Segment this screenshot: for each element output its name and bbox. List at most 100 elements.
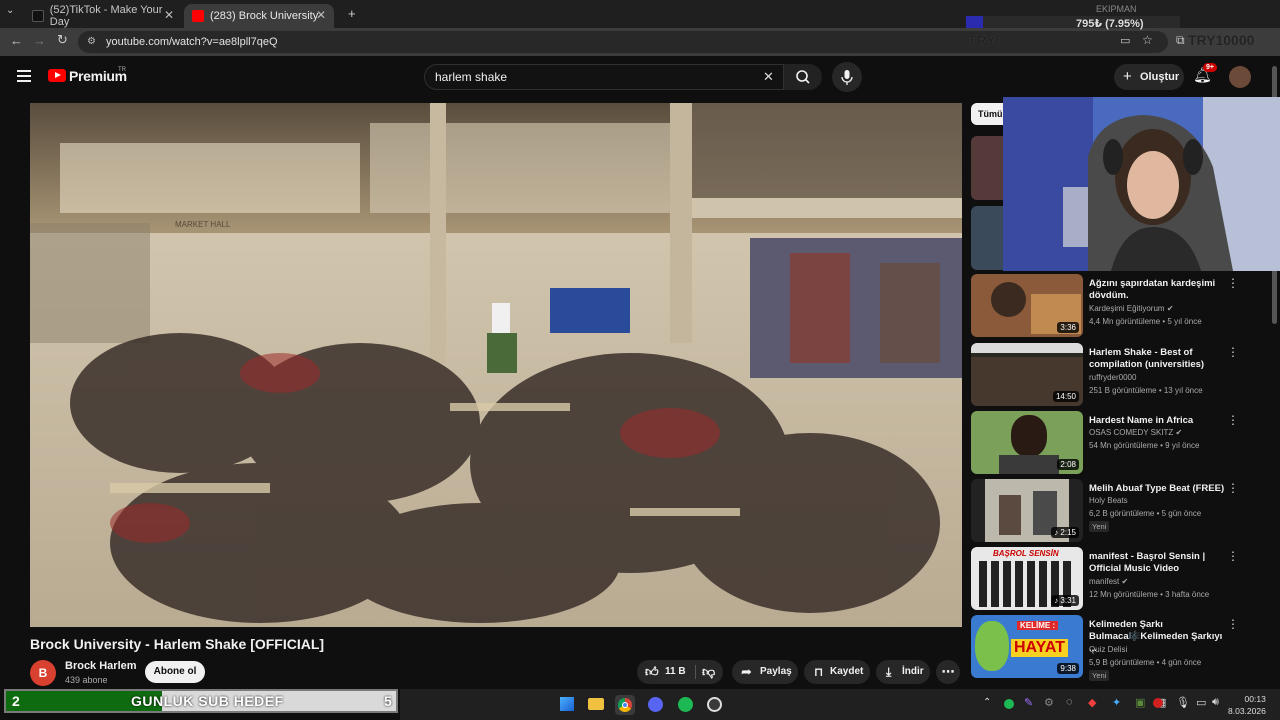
download-button[interactable]: ⤓ İndir [876, 660, 930, 684]
video-title[interactable]: Melih Abuaf Type Beat (FREE) [1089, 483, 1229, 495]
channel-name[interactable]: Kardeşimi Eğitiyorum ✔︎ [1089, 304, 1174, 313]
video-title[interactable]: manifest - Başrol Sensin | Official Musi… [1089, 551, 1229, 575]
recommendation-item[interactable]: KELİME : HAYAT 9:38 Kelimeden Şarkı Bulm… [971, 615, 1261, 681]
channel-avatar[interactable]: B [30, 660, 56, 686]
chrome-taskbar-button[interactable] [615, 695, 635, 715]
video-thumbnail[interactable]: 2:08 [971, 411, 1083, 474]
recommendation-item[interactable]: 3:36 Ağzını şapırdatan kardeşimi dövdüm.… [971, 274, 1261, 340]
clock-time: 00:13 [1244, 694, 1266, 704]
bookmark-icon: ⊓ [814, 665, 824, 679]
dislike-icon[interactable]: 👎︎ [702, 660, 715, 684]
tray-mic-icon[interactable]: 🎙︎ [1176, 696, 1190, 709]
more-options-icon[interactable]: ⋮ [1227, 276, 1239, 290]
save-button[interactable]: ⊓ Kaydet [804, 660, 870, 684]
clear-search-icon[interactable]: ✕ [763, 65, 774, 89]
site-info-icon[interactable]: ⚙ [87, 31, 96, 53]
tray-app-icon[interactable]: ◌ [1066, 696, 1073, 708]
partial-thumbnail[interactable] [971, 136, 1003, 200]
youtube-logo-icon[interactable] [48, 69, 66, 82]
menu-icon[interactable] [17, 70, 31, 82]
donation-goal-amount: 795₺ (7.95%) [1076, 18, 1144, 30]
channel-name[interactable]: OSAS COMEDY SKITZ ✔︎ [1089, 428, 1182, 437]
create-button[interactable]: + Oluştur [1114, 64, 1184, 90]
donation-goal-min: TRY0 [968, 32, 1004, 48]
tray-app-icon[interactable]: ◆ [1088, 696, 1096, 709]
subscriber-count: 439 abone [65, 675, 108, 685]
file-explorer-icon[interactable] [588, 698, 604, 710]
subscribe-button[interactable]: Abone ol [145, 661, 205, 683]
forward-icon[interactable]: → [33, 33, 46, 48]
tab-list-chevron-icon[interactable]: ⌄ [6, 5, 14, 16]
more-options-icon[interactable]: ⋮ [1227, 617, 1239, 631]
tray-record-icon[interactable] [1153, 698, 1163, 708]
video-player[interactable]: MARKET HALL [30, 103, 962, 627]
like-icon[interactable]: 👍︎ [645, 660, 659, 684]
video-thumbnail[interactable]: 3:36 [971, 274, 1083, 337]
video-duration: 14:50 [1052, 391, 1079, 402]
close-tab-icon[interactable]: ✕ [316, 8, 326, 22]
back-icon[interactable]: ← [10, 33, 23, 48]
recommendation-item[interactable]: BAŞROL SENSİN ♪ 3:31 manifest - Başrol S… [971, 547, 1261, 613]
channel-name[interactable]: ruffryder0000 [1089, 373, 1136, 382]
more-options-icon[interactable]: ⋮ [1227, 345, 1239, 359]
more-options-icon[interactable]: ⋮ [1227, 413, 1239, 427]
system-clock[interactable]: 00:13 8.03.2026 [1228, 693, 1266, 717]
obs-icon[interactable] [707, 697, 722, 712]
tray-app-icon[interactable]: ✦ [1112, 696, 1121, 709]
recommendation-item[interactable]: ♪ 2:15 Melih Abuaf Type Beat (FREE) Holy… [971, 479, 1261, 545]
tab-youtube[interactable]: (283) Brock University - Harlem ✕ [184, 4, 334, 28]
recommendation-item[interactable]: 14:50 Harlem Shake - Best of compilation… [971, 343, 1261, 409]
account-avatar[interactable] [1229, 66, 1251, 88]
tab-tiktok[interactable]: (52)TikTok - Make Your Day ✕ [24, 4, 182, 28]
channel-name[interactable]: Quiz Delisi [1089, 645, 1127, 654]
more-actions-button[interactable]: ⋯ [936, 660, 960, 684]
video-thumbnail[interactable]: BAŞROL SENSİN ♪ 3:31 [971, 547, 1083, 610]
search-input[interactable]: harlem shake ✕ [424, 64, 784, 90]
thumbnail-text: BAŞROL SENSİN [993, 549, 1059, 558]
tray-spotify-icon[interactable] [1004, 699, 1014, 709]
recommendation-item[interactable]: 2:08 Hardest Name in Africa OSAS COMEDY … [971, 411, 1261, 477]
video-title[interactable]: Ağzını şapırdatan kardeşimi dövdüm. [1089, 278, 1229, 302]
more-options-icon[interactable]: ⋮ [1227, 481, 1239, 495]
save-label: Kaydet [830, 666, 864, 677]
reload-icon[interactable]: ↻ [57, 32, 68, 48]
tab-label: (52)TikTok - Make Your Day [49, 4, 163, 28]
video-title[interactable]: Harlem Shake - Best of compilation (univ… [1089, 347, 1229, 371]
voice-search-button[interactable] [832, 62, 862, 92]
partial-thumbnail[interactable] [971, 206, 1003, 270]
video-thumbnail[interactable]: ♪ 2:15 [971, 479, 1083, 542]
video-title[interactable]: Hardest Name in Africa [1089, 415, 1229, 427]
video-meta: 5,9 B görüntüleme • 4 gün önce [1089, 658, 1202, 667]
close-tab-icon[interactable]: ✕ [164, 8, 174, 22]
start-icon[interactable] [560, 697, 574, 711]
discord-icon[interactable] [648, 697, 663, 712]
volume-icon[interactable]: 🔊︎ [1212, 696, 1219, 709]
daily-sub-goal-overlay: 2 GUNLUK SUB HEDEF 5 [4, 689, 398, 713]
channel-name[interactable]: manifest ✔︎ [1089, 577, 1128, 586]
divider [695, 665, 696, 679]
tray-app-icon[interactable]: ⚙ [1044, 696, 1054, 709]
tab-label: (283) Brock University - Harlem [210, 10, 322, 22]
video-thumbnail[interactable]: 14:50 [971, 343, 1083, 406]
tray-pen-icon[interactable]: ✎ [1024, 696, 1033, 709]
channel-name[interactable]: Brock Harlem [65, 660, 137, 672]
share-button[interactable]: ➦ Paylaş [732, 660, 798, 684]
tray-chevron-icon[interactable]: ⌃ [983, 697, 991, 708]
notifications-button[interactable]: 🔔︎ 9+ [1193, 63, 1217, 85]
notification-badge: 9+ [1203, 63, 1217, 72]
search-button[interactable] [784, 64, 822, 90]
video-thumbnail[interactable]: KELİME : HAYAT 9:38 [971, 615, 1083, 678]
donation-goal-bar: 795₺ (7.95%) [966, 16, 1180, 30]
channel-name[interactable]: Holy Beats [1089, 496, 1128, 505]
youtube-header: Premium TR harlem shake ✕ + Oluştur 🔔︎ 9… [0, 56, 1280, 98]
tray-app-icon[interactable]: ▣ [1135, 696, 1145, 709]
spotify-icon[interactable] [678, 697, 693, 712]
donation-goal-max: TRY10000 [1188, 32, 1255, 48]
video-title: Brock University - Harlem Shake [OFFICIA… [30, 636, 325, 652]
like-count[interactable]: 11 B [665, 660, 686, 684]
new-tab-icon[interactable]: + [348, 6, 356, 21]
more-options-icon[interactable]: ⋮ [1227, 549, 1239, 563]
verified-icon: ✔︎ [1121, 577, 1129, 586]
network-icon[interactable]: ▭ [1196, 696, 1206, 709]
video-duration: ♪ 3:31 [1051, 595, 1079, 606]
